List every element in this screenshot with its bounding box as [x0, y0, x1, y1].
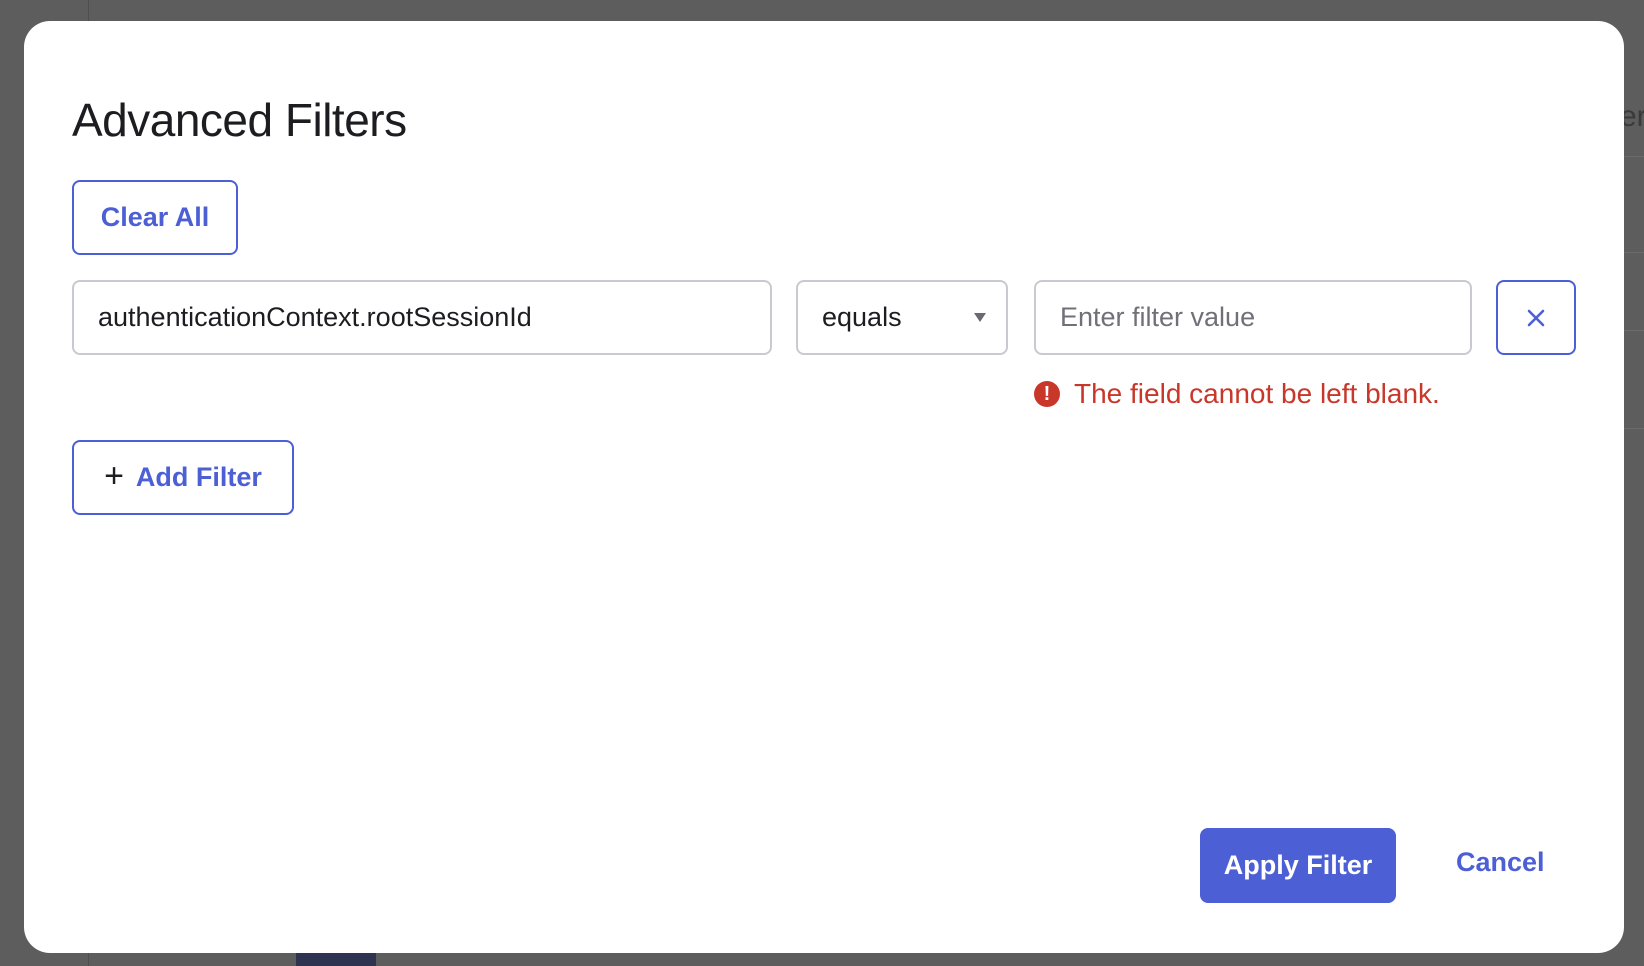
filter-operator-value: equals	[822, 302, 902, 332]
caret-down-icon	[974, 313, 986, 322]
filter-value-input[interactable]	[1034, 280, 1472, 355]
background-element	[296, 953, 376, 966]
filter-field-select[interactable]: authenticationContext.rootSessionId	[72, 280, 772, 355]
plus-icon: +	[104, 457, 124, 495]
filter-field-value: authenticationContext.rootSessionId	[98, 302, 532, 332]
advanced-filters-modal: Advanced Filters Clear All authenticatio…	[24, 21, 1624, 953]
filter-value-error: ! The field cannot be left blank.	[1034, 378, 1440, 410]
background-divider	[1624, 252, 1644, 253]
background-divider	[1624, 428, 1644, 429]
background-divider	[1624, 330, 1644, 331]
remove-filter-button[interactable]	[1496, 280, 1576, 355]
filter-operator-select[interactable]: equals	[796, 280, 1008, 355]
add-filter-button[interactable]: + Add Filter	[72, 440, 294, 515]
clear-all-button[interactable]: Clear All	[72, 180, 238, 255]
error-message: The field cannot be left blank.	[1074, 378, 1440, 409]
add-filter-label: Add Filter	[135, 462, 262, 492]
modal-title: Advanced Filters	[72, 94, 407, 146]
close-icon	[1527, 309, 1545, 326]
error-icon: !	[1034, 381, 1060, 407]
background-divider	[1624, 156, 1644, 157]
cancel-button[interactable]: Cancel	[1456, 847, 1545, 878]
apply-filter-button[interactable]: Apply Filter	[1200, 828, 1396, 903]
